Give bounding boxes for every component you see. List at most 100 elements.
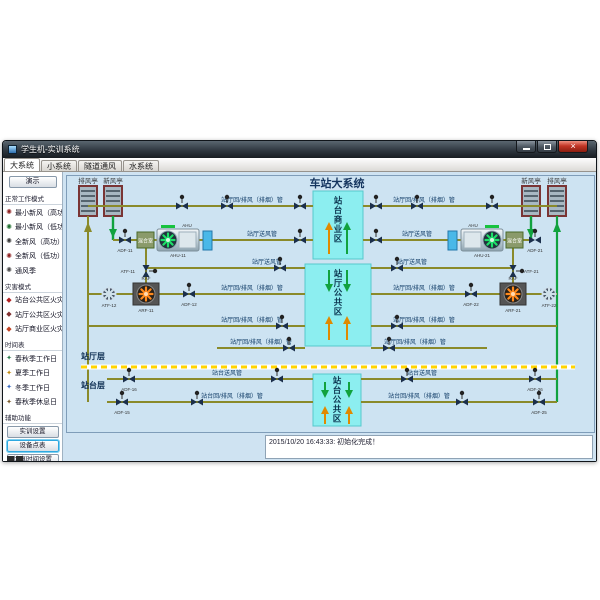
tab-water-system[interactable]: 水系统 <box>123 160 159 171</box>
run-status-led <box>485 225 499 228</box>
disaster-item-commercial-fire[interactable]: ◆站厅商业区火灾 <box>3 322 62 337</box>
main-area: 车站大系统 排风亭 新风亭 新风亭 排风亭 <box>63 172 596 461</box>
diagram-title: 车站大系统 <box>310 176 365 190</box>
calendar-icon: ✦ <box>5 384 13 391</box>
damper-label: ADF-15 <box>114 410 130 415</box>
damper-label: ADF-25 <box>531 410 547 415</box>
zone-label-commercial: 站台商业区 <box>333 195 343 243</box>
damper-label: ADF-22 <box>463 302 479 307</box>
fan-mode-icon: ✺ <box>5 209 13 216</box>
section-schedule: 时间表 <box>3 336 62 351</box>
raf-tag: RAF <box>142 276 151 281</box>
axial-fan-icon <box>103 288 116 301</box>
duct-label: 站厅回/排风（排烟）管 <box>393 196 455 204</box>
tab-big-system[interactable]: 大系统 <box>4 158 40 171</box>
raf-label: ARF-21 <box>505 308 521 313</box>
fire-icon: ◆ <box>5 326 13 333</box>
ahu-label: AHU-11 <box>170 253 186 258</box>
mixing-box-label: 混合室 <box>507 238 522 245</box>
damper-label: ADF-26 <box>527 387 543 392</box>
hvac-diagram: 车站大系统 排风亭 新风亭 新风亭 排风亭 <box>67 176 594 432</box>
ahu-fan-left[interactable]: AHU AHU-11 <box>157 223 199 258</box>
damper-icon[interactable] <box>294 195 306 210</box>
damper-icon[interactable] <box>486 195 498 210</box>
damper-icon[interactable] <box>123 368 135 383</box>
minimize-icon <box>523 148 530 150</box>
damper-label: ADF-21 <box>527 248 543 253</box>
close-icon: × <box>559 141 587 152</box>
section-normal-mode: 正常工作模式 <box>3 190 62 205</box>
training-settings-button[interactable]: 实训设置 <box>7 426 59 438</box>
fan-label: ATF-12 <box>102 303 117 308</box>
axial-fan-left-edge[interactable]: ATF-12 <box>102 288 117 309</box>
duct-label: 站厅回/排风（排烟）管 <box>384 338 446 346</box>
schedule-item-winter-workday[interactable]: ✦冬季工作日 <box>3 380 62 395</box>
maximize-icon <box>544 144 551 150</box>
calendar-icon: ✦ <box>5 370 13 377</box>
louver-tower-icon <box>548 186 566 216</box>
damper-icon[interactable] <box>370 229 382 244</box>
duct-label: 站厅回/排风（排烟）管 <box>230 338 292 346</box>
duct-label: 站台回/排风（排烟）管 <box>201 392 263 400</box>
duct-label: 站厅回/排风（排烟）管 <box>393 316 455 324</box>
schedule-item-spring-autumn-workday[interactable]: ✦春秋季工作日 <box>3 351 62 366</box>
duct-label: 站厅送风管 <box>397 258 427 266</box>
damper-icon[interactable] <box>116 391 128 406</box>
damper-icon[interactable] <box>176 195 188 210</box>
level-label-platform: 站台层 <box>81 380 105 390</box>
damper-icon[interactable] <box>456 391 468 406</box>
damper-icon[interactable] <box>533 391 545 406</box>
tower-label-fresh-right: 新风亭 <box>521 176 541 185</box>
mode-item-full-fresh-high[interactable]: ✺全新风（高功） <box>3 234 62 249</box>
damper-icon[interactable] <box>183 283 195 298</box>
calendar-icon: ✦ <box>5 355 13 362</box>
damper-icon[interactable] <box>529 368 541 383</box>
fan-label: ATF-22 <box>542 303 557 308</box>
fire-icon: ◆ <box>5 297 13 304</box>
section-auxiliary: 辅助功能 <box>3 409 62 424</box>
disaster-item-platform-fire[interactable]: ◆站台公共区火灾 <box>3 293 62 308</box>
window-controls: × <box>515 141 588 153</box>
raf-tag: RAF <box>509 276 518 281</box>
damper-icon[interactable] <box>271 368 283 383</box>
app-icon <box>8 145 17 154</box>
duct-label: 站台回/排风（排烟）管 <box>388 392 450 400</box>
duct-label: 站台送风管 <box>407 369 437 377</box>
damper-icon[interactable] <box>370 195 382 210</box>
damper-icon[interactable] <box>119 229 131 244</box>
raf-label: ARF-11 <box>138 308 154 313</box>
ahu-tag: AHU <box>182 223 192 228</box>
damper-icon[interactable] <box>465 283 477 298</box>
maximize-button[interactable] <box>537 141 557 153</box>
louver-tower-icon <box>104 186 122 216</box>
log-line: 2015/10/20 16:43:33: 初始化完成！ <box>269 439 379 446</box>
event-log-panel[interactable]: 2015/10/20 16:43:33: 初始化完成！ <box>265 435 593 459</box>
tower-label-fresh-left: 新风亭 <box>103 176 123 185</box>
device-point-table-button[interactable]: 设备点表 <box>7 440 59 452</box>
damper-label: ADF-16 <box>121 387 137 392</box>
fan-mode-icon: ✺ <box>5 224 13 231</box>
up-arrow-icon <box>553 222 561 232</box>
ahu-label: AHU-21 <box>474 253 491 258</box>
calendar-icon: ✦ <box>5 399 13 406</box>
axial-fan-right-edge[interactable]: ATF-22 <box>542 288 557 309</box>
minimize-button[interactable] <box>516 141 536 153</box>
damper-icon[interactable] <box>294 229 306 244</box>
ahu-fan-right[interactable]: AHU AHU-21 <box>461 223 503 258</box>
mode-item-min-fresh-high[interactable]: ✺最小新风（高功） <box>3 205 62 220</box>
mode-item-full-fresh-low[interactable]: ✺全新风（低功） <box>3 249 62 264</box>
disaster-item-hall-fire[interactable]: ◆站厅公共区火灾 <box>3 307 62 322</box>
run-status-led <box>161 225 175 228</box>
mode-item-min-fresh-low[interactable]: ✺最小新风（低功） <box>3 220 62 235</box>
duct-label: 站台送风管 <box>212 369 242 377</box>
tab-tunnel-ventilation[interactable]: 隧道通风 <box>78 160 122 171</box>
schedule-item-summer-workday[interactable]: ✦夏季工作日 <box>3 366 62 381</box>
demo-button[interactable]: 演示 <box>9 176 57 188</box>
up-arrow-icon <box>84 222 92 232</box>
schedule-item-spring-autumn-restday[interactable]: ✦春秋季休息日 <box>3 395 62 410</box>
fan-mode-icon: ✺ <box>5 238 13 245</box>
tab-small-system[interactable]: 小系统 <box>41 160 77 171</box>
mode-item-ventilation-season[interactable]: ✺通风季 <box>3 263 62 278</box>
close-button[interactable]: × <box>558 141 588 153</box>
silencer-right <box>448 231 457 250</box>
